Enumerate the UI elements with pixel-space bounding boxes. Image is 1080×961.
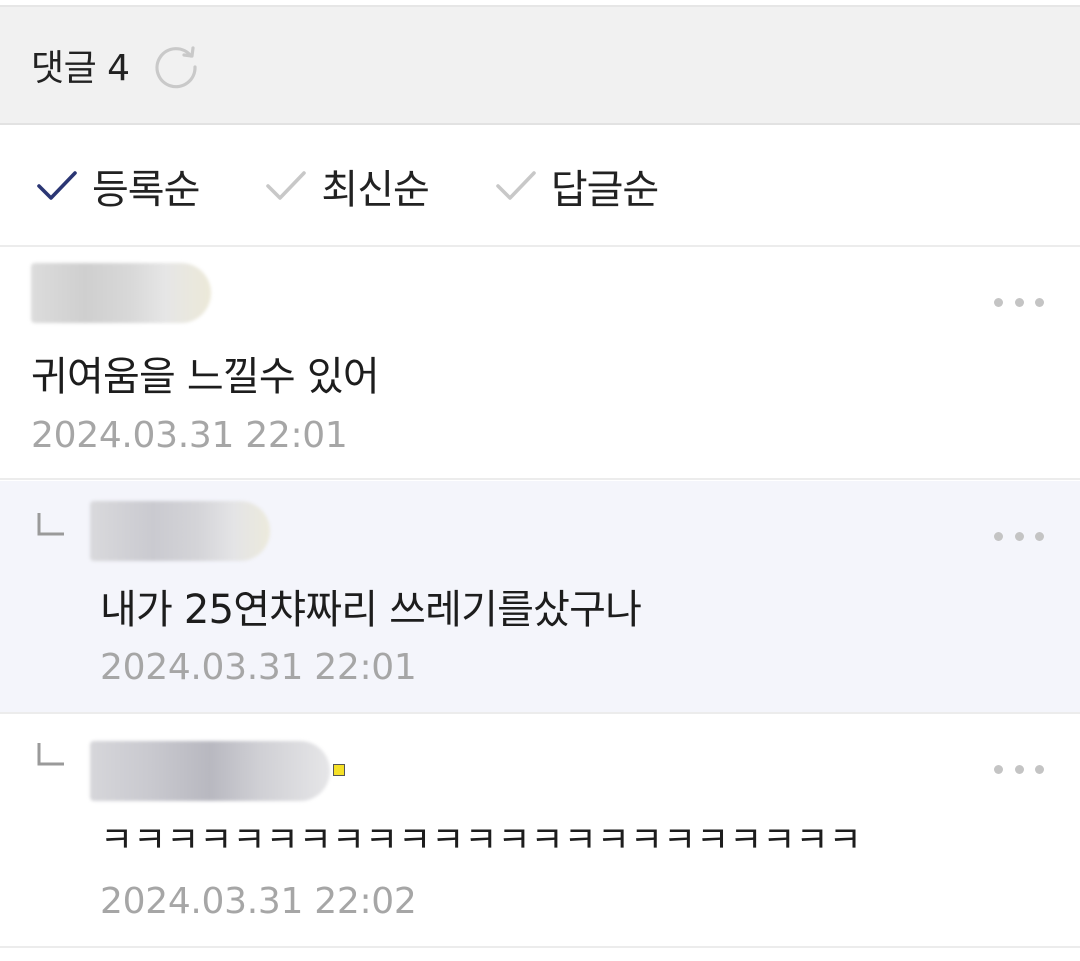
comment-date: 2024.03.31 22:01	[100, 647, 417, 688]
comment-text: 내가 25연챠짜리 쓰레기를샀구나	[100, 587, 642, 633]
sort-label: 최신순	[321, 167, 429, 213]
comment-count-title: 댓글 4	[31, 48, 130, 89]
comment-text: 귀여움을 느낄수 있어	[31, 354, 380, 400]
comment-header: 댓글 4	[0, 7, 1080, 125]
sort-bar: 등록순 최신순 답글순	[0, 127, 1080, 247]
comment-date: 2024.03.31 22:02	[100, 881, 417, 922]
blurred-nickname	[90, 741, 330, 801]
blurred-nickname	[90, 501, 270, 561]
reply-arrow-icon	[37, 513, 64, 536]
check-icon	[36, 168, 78, 204]
more-options-icon[interactable]	[994, 754, 1044, 784]
comment-date: 2024.03.31 22:01	[31, 415, 348, 456]
refresh-icon[interactable]	[150, 39, 202, 91]
more-options-icon[interactable]	[994, 287, 1044, 317]
badge-icon	[333, 764, 345, 776]
comment-item: 귀여움을 느낄수 있어 2024.03.31 22:01	[0, 249, 1080, 480]
top-strip	[0, 0, 1080, 7]
blurred-nickname	[31, 263, 211, 323]
more-options-icon[interactable]	[994, 521, 1044, 551]
comment-item-reply: ㅋㅋㅋㅋㅋㅋㅋㅋㅋㅋㅋㅋㅋㅋㅋㅋㅋㅋㅋㅋㅋㅋㅋ 2024.03.31 22:02	[0, 715, 1080, 948]
sort-label: 등록순	[92, 167, 200, 213]
comment-item-reply: 내가 25연챠짜리 쓰레기를샀구나 2024.03.31 22:01	[0, 481, 1080, 714]
sort-label: 답글순	[550, 167, 659, 213]
reply-arrow-icon	[37, 743, 64, 766]
comment-text: ㅋㅋㅋㅋㅋㅋㅋㅋㅋㅋㅋㅋㅋㅋㅋㅋㅋㅋㅋㅋㅋㅋㅋ	[100, 820, 862, 861]
sort-option-replies[interactable]: 답글순	[495, 157, 659, 215]
sort-option-registered[interactable]: 등록순	[36, 157, 200, 215]
check-icon	[495, 168, 537, 204]
check-icon	[265, 168, 307, 204]
sort-option-latest[interactable]: 최신순	[265, 157, 430, 215]
